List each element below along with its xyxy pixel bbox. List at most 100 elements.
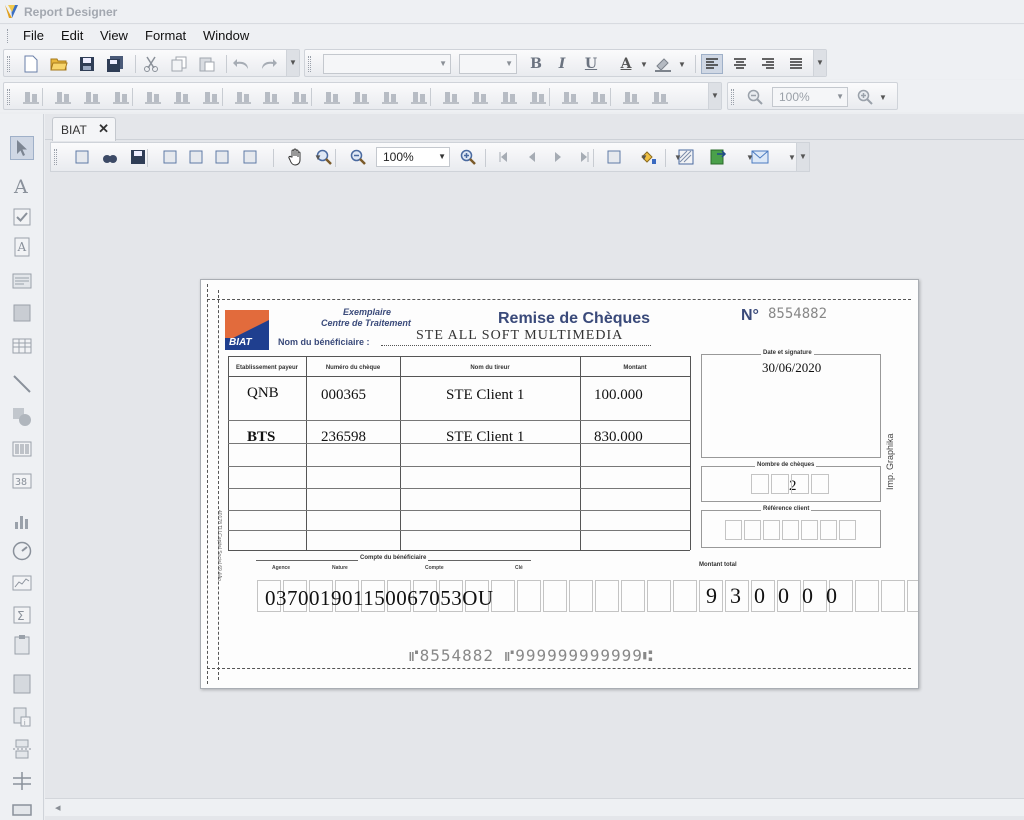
menu-view[interactable]: View: [96, 28, 132, 43]
size-to-grid-icon[interactable]: [289, 87, 311, 107]
zipcode-tool-icon[interactable]: 38: [10, 469, 34, 493]
toolbar-grip[interactable]: [7, 89, 10, 105]
zoom-dropdown[interactable]: ▼: [876, 87, 890, 107]
same-width-icon[interactable]: [232, 87, 254, 107]
align-to-grid-icon[interactable]: [20, 87, 42, 107]
send-to-back-icon[interactable]: [649, 87, 671, 107]
align-lefts-icon[interactable]: [52, 87, 74, 107]
vertical-spacing-equal-icon[interactable]: [440, 87, 462, 107]
center-horizontally-icon[interactable]: [559, 87, 581, 107]
bring-to-front-icon[interactable]: [620, 87, 642, 107]
paste-icon[interactable]: [196, 54, 218, 74]
align-bottoms-icon[interactable]: [200, 87, 222, 107]
email-dropdown[interactable]: ▼: [785, 147, 799, 167]
font-family-select[interactable]: ▼: [323, 54, 451, 74]
horizontal-spacing-decrease-icon[interactable]: [379, 87, 401, 107]
barcode-tool-icon[interactable]: [10, 437, 34, 461]
highlight-dropdown[interactable]: ▼: [675, 54, 689, 74]
document-map-icon[interactable]: [71, 147, 93, 167]
font-color-dropdown[interactable]: ▼: [637, 54, 651, 74]
toolbar-overflow-button[interactable]: ▼: [708, 83, 721, 109]
vertical-spacing-remove-icon[interactable]: [527, 87, 549, 107]
close-icon[interactable]: ✕: [98, 121, 109, 137]
cross-band-line-icon[interactable]: [10, 769, 34, 793]
scale-icon[interactable]: [239, 147, 261, 167]
menu-format[interactable]: Format: [141, 28, 190, 43]
underline-button[interactable]: U: [580, 54, 602, 74]
scroll-left-icon[interactable]: ◂: [55, 801, 61, 814]
page-info-box-icon[interactable]: i: [10, 705, 34, 729]
gauge-tool-icon[interactable]: [10, 539, 34, 563]
richtext-tool-icon[interactable]: [10, 269, 34, 293]
multiple-pages-icon[interactable]: [603, 147, 625, 167]
save-all-icon[interactable]: [104, 54, 126, 74]
find-icon[interactable]: [99, 147, 121, 167]
align-rights-icon[interactable]: [110, 87, 132, 107]
menu-window[interactable]: Window: [199, 28, 253, 43]
checkbox-tool-icon[interactable]: [10, 205, 34, 229]
zoom-in-icon[interactable]: [854, 87, 876, 107]
scale-dropdown[interactable]: ▼: [311, 147, 325, 167]
align-right-icon[interactable]: [757, 54, 779, 74]
toolbar-grip[interactable]: [54, 149, 57, 165]
table-tool-icon[interactable]: [10, 334, 34, 358]
cut-icon[interactable]: [140, 54, 162, 74]
horizontal-spacing-remove-icon[interactable]: [408, 87, 430, 107]
zoom-out-icon[interactable]: [347, 147, 369, 167]
label-tool-icon[interactable]: A: [10, 235, 34, 259]
toolbar-grip[interactable]: [7, 56, 10, 72]
tab-biat[interactable]: BIAT ✕: [52, 117, 116, 141]
center-vertically-icon[interactable]: [588, 87, 610, 107]
align-center-icon[interactable]: [729, 54, 751, 74]
chart-tool-icon[interactable]: [10, 509, 34, 533]
align-tops-icon[interactable]: [142, 87, 164, 107]
menu-edit[interactable]: Edit: [57, 28, 87, 43]
export-icon[interactable]: [707, 147, 729, 167]
zoom-out-icon[interactable]: [744, 87, 766, 107]
highlight-icon[interactable]: [652, 54, 674, 74]
text-tool-icon[interactable]: A: [10, 174, 34, 198]
page-info-tool-icon[interactable]: [10, 633, 34, 657]
horizontal-spacing-equal-icon[interactable]: [321, 87, 343, 107]
shape-tool-icon[interactable]: [10, 405, 34, 429]
cross-band-box-icon[interactable]: [10, 798, 34, 820]
font-color-button[interactable]: A: [615, 54, 637, 74]
vertical-spacing-decrease-icon[interactable]: [498, 87, 520, 107]
align-left-icon[interactable]: [701, 54, 723, 74]
pointer-icon[interactable]: [10, 136, 34, 160]
font-size-select[interactable]: ▼: [459, 54, 517, 74]
panel-tool-icon[interactable]: [10, 301, 34, 325]
italic-button[interactable]: I: [551, 54, 573, 74]
same-size-icon[interactable]: [260, 87, 282, 107]
align-middles-icon[interactable]: [171, 87, 193, 107]
toolbar-grip[interactable]: [731, 89, 734, 105]
first-page-icon[interactable]: [493, 147, 515, 167]
copy-icon[interactable]: [168, 54, 190, 74]
background-color-dropdown[interactable]: ▼: [671, 147, 685, 167]
toolbar-overflow-button[interactable]: ▼: [286, 50, 299, 76]
print-icon[interactable]: [185, 147, 207, 167]
next-page-icon[interactable]: [547, 147, 569, 167]
zoom-select[interactable]: 100% ▼: [772, 87, 848, 107]
vertical-spacing-increase-icon[interactable]: [469, 87, 491, 107]
menu-file[interactable]: File: [19, 28, 48, 43]
align-justify-icon[interactable]: [785, 54, 807, 74]
open-folder-icon[interactable]: [48, 54, 70, 74]
previous-page-icon[interactable]: [521, 147, 543, 167]
subreport-tool-icon[interactable]: [10, 672, 34, 696]
new-file-icon[interactable]: [20, 54, 42, 74]
export-dropdown[interactable]: ▼: [743, 147, 757, 167]
align-centers-icon[interactable]: [81, 87, 103, 107]
page-setup-icon[interactable]: [159, 147, 181, 167]
zoom-in-icon[interactable]: [457, 147, 479, 167]
undo-icon[interactable]: [231, 54, 253, 74]
page-break-tool-icon[interactable]: [10, 737, 34, 761]
bold-button[interactable]: B: [525, 54, 547, 74]
hand-tool-icon[interactable]: [285, 147, 307, 167]
toolbar-grip[interactable]: [308, 56, 311, 72]
horizontal-scrollbar[interactable]: ◂: [45, 798, 1024, 816]
viewer-zoom-select[interactable]: 100% ▼: [376, 147, 450, 167]
save-icon[interactable]: [127, 147, 149, 167]
save-icon[interactable]: [76, 54, 98, 74]
summary-tool-icon[interactable]: Σ: [10, 603, 34, 627]
